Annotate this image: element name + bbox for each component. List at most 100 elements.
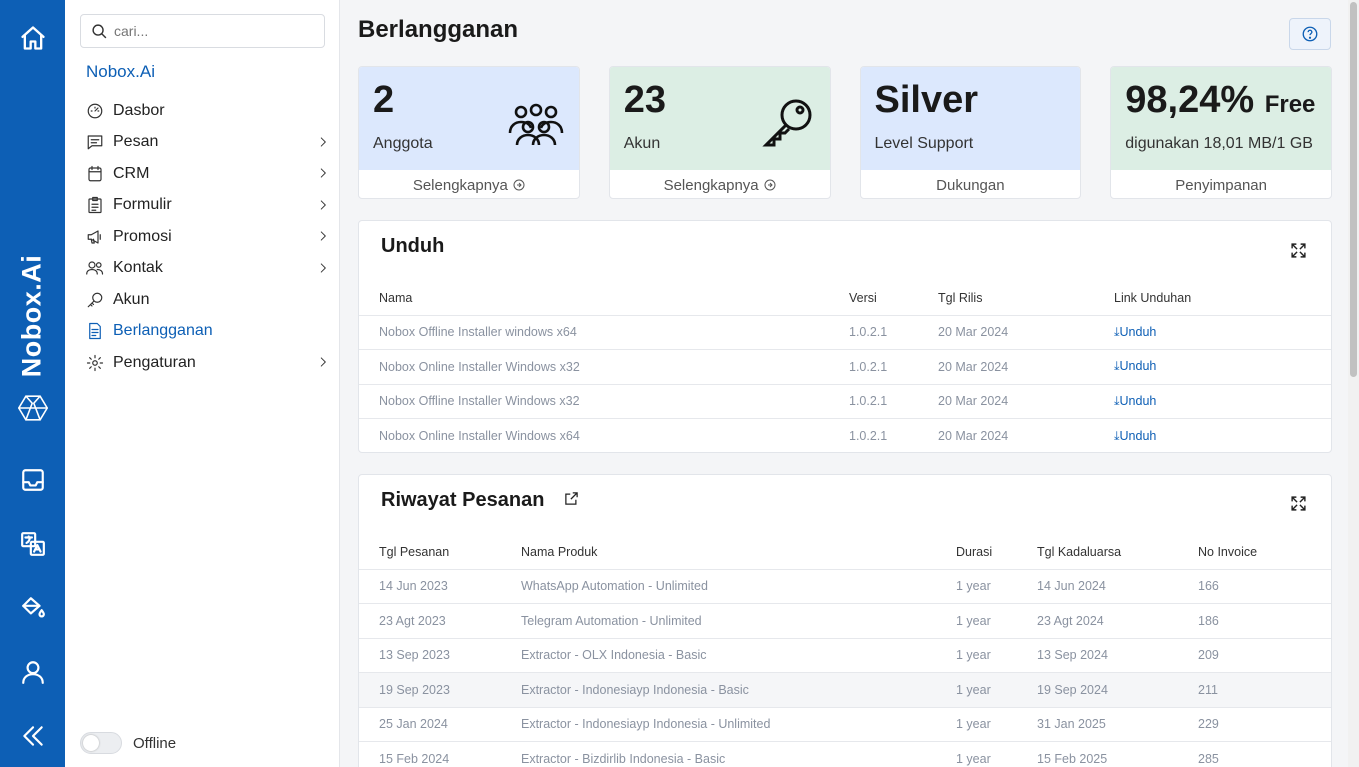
table-cell: 166 [1178, 569, 1331, 604]
table-row[interactable]: 14 Jun 2023 WhatsApp Automation - Unlimi… [359, 569, 1331, 604]
scrollbar[interactable] [1348, 0, 1359, 767]
table-row[interactable]: 23 Agt 2023 Telegram Automation - Unlimi… [359, 603, 1331, 639]
card-footer-link[interactable]: Selengkapnya [359, 170, 579, 198]
sidebar-item-label: Akun [113, 290, 150, 308]
column-header: Versi [829, 281, 918, 316]
offline-toggle-row: Offline [80, 732, 176, 754]
external-link-icon[interactable] [564, 491, 579, 506]
sidebar-item-pesan[interactable]: Pesan [85, 127, 330, 159]
megaphone-icon [85, 227, 105, 247]
sidebar-item-kontak[interactable]: Kontak [85, 253, 330, 285]
orders-title-row: Riwayat Pesanan [381, 489, 579, 512]
expand-icon[interactable] [1290, 242, 1307, 259]
sidebar-item-promosi[interactable]: Promosi [85, 221, 330, 253]
message-icon [85, 132, 105, 152]
column-header: Tgl Rilis [918, 281, 1094, 316]
column-header: No Invoice [1178, 535, 1331, 570]
card-footer: Penyimpanan [1111, 170, 1331, 198]
card-label: Level Support [874, 135, 974, 152]
table-row[interactable]: 15 Feb 2024 Extractor - Bizdirlib Indone… [359, 741, 1331, 767]
chevron-right-icon [320, 357, 326, 367]
orders-table: Tgl Pesanan Nama Produk Durasi Tgl Kadal… [359, 535, 1331, 767]
brand-vertical-text: Nobox.Ai [16, 254, 47, 378]
help-button[interactable] [1289, 18, 1331, 50]
card-support: Silver Level Support Dukungan [859, 66, 1082, 199]
table-cell: Extractor - Indonesiayp Indonesia - Unli… [501, 707, 936, 742]
table-cell: 1 year [936, 741, 1017, 767]
table-cell: 1 year [936, 672, 1017, 708]
document-icon [85, 321, 105, 341]
card-value: 98,24% [1125, 79, 1255, 121]
table-cell: 20 Mar 2024 [918, 349, 1094, 385]
offline-label: Offline [133, 734, 177, 752]
table-cell: Extractor - OLX Indonesia - Basic [501, 638, 936, 673]
table-cell: 19 Sep 2024 [1017, 672, 1178, 708]
contacts-icon [85, 258, 105, 278]
translate-icon[interactable] [18, 529, 48, 559]
table-cell: 1 year [936, 603, 1017, 639]
table-cell: 285 [1178, 741, 1331, 767]
table-row[interactable]: 13 Sep 2023 Extractor - OLX Indonesia - … [359, 638, 1331, 673]
table-cell: Telegram Automation - Unlimited [501, 603, 936, 639]
search-box[interactable] [80, 14, 325, 48]
arrow-circle-right-icon [513, 179, 525, 191]
sidebar-item-crm[interactable]: CRM [85, 158, 330, 190]
table-cell: Extractor - Indonesiayp Indonesia - Basi… [501, 672, 936, 708]
card-footer-text: Dukungan [936, 176, 1005, 194]
sidebar-item-berlangganan[interactable]: Berlangganan [85, 316, 330, 348]
downloads-table: Nama Versi Tgl Rilis Link Unduhan Nobox … [359, 281, 1331, 453]
sidebar-item-dasbor[interactable]: Dasbor [85, 95, 330, 127]
sidebar-menu: Dasbor Pesan CRM Formulir Promosi Kontak [85, 95, 330, 379]
sidebar-item-pengaturan[interactable]: Pengaturan [85, 347, 330, 379]
card-value-row: 98,24% Free [1125, 79, 1331, 121]
home-icon[interactable] [18, 23, 48, 53]
collapse-icon[interactable] [18, 721, 48, 751]
main-content: Berlangganan 2 Anggota Selengkapnya 23 A… [340, 0, 1348, 767]
table-cell: 13 Sep 2023 [359, 638, 501, 673]
table-row-highlighted[interactable]: 19 Sep 2023 Extractor - Indonesiayp Indo… [359, 672, 1331, 708]
offline-toggle[interactable] [80, 732, 122, 754]
column-header: Nama Produk [501, 535, 936, 570]
page-title: Berlangganan [358, 16, 519, 43]
table-cell: 14 Jun 2023 [359, 569, 501, 604]
table-cell: Nobox Online Installer Windows x32 [359, 349, 829, 385]
card-value: Silver [874, 79, 979, 121]
table-cell: Extractor - Bizdirlib Indonesia - Basic [501, 741, 936, 767]
download-link[interactable]: ⤓Unduh [1094, 384, 1331, 419]
sidebar-item-label: Pengaturan [113, 353, 196, 371]
table-cell: 15 Feb 2025 [1017, 741, 1178, 767]
download-link[interactable]: ⤓Unduh [1094, 315, 1331, 350]
hexagon-logo-icon [18, 393, 48, 423]
table-cell: 1 year [936, 638, 1017, 673]
scrollbar-thumb[interactable] [1350, 2, 1357, 377]
download-link[interactable]: ⤓Unduh [1094, 419, 1331, 454]
table-cell: 20 Mar 2024 [938, 429, 1009, 443]
inbox-icon[interactable] [18, 465, 48, 495]
chevron-right-icon [320, 199, 326, 210]
sidebar-item-akun[interactable]: Akun [85, 284, 330, 316]
table-cell: Nobox Online Installer Windows x64 [379, 429, 580, 443]
expand-icon[interactable] [1290, 495, 1307, 512]
table-cell: 14 Jun 2024 [1017, 569, 1178, 604]
table-header-row: Nama Versi Tgl Rilis Link Unduhan [359, 281, 1331, 316]
sidebar-item-label: Dasbor [113, 101, 165, 119]
card-footer-link[interactable]: Selengkapnya [610, 170, 830, 198]
sidebar-item-label: Promosi [113, 227, 172, 245]
download-link[interactable]: ⤓Unduh [1094, 349, 1331, 385]
card-footer-text: Penyimpanan [1175, 176, 1267, 194]
table-row[interactable]: 25 Jan 2024 Extractor - Indonesiayp Indo… [359, 707, 1331, 742]
sidebar-item-label: CRM [113, 164, 150, 182]
paint-bucket-icon[interactable] [18, 593, 48, 623]
table-cell: Nobox Offline Installer Windows x32 [359, 384, 829, 419]
sidebar-item-formulir[interactable]: Formulir [85, 190, 330, 222]
table-cell: 1.0.2.1 [849, 429, 888, 443]
table-cell: 23 Agt 2024 [1017, 603, 1178, 639]
card-storage: 98,24% Free digunakan 18,01 MB/1 GB Peny… [1110, 66, 1332, 199]
user-icon[interactable] [18, 657, 48, 687]
column-header: Nama [359, 281, 829, 316]
search-input[interactable] [114, 23, 314, 39]
card-anggota: 2 Anggota Selengkapnya [358, 66, 580, 199]
table-cell: 25 Jan 2024 [359, 707, 501, 742]
table-cell: 229 [1178, 707, 1331, 742]
table-cell: 186 [1178, 603, 1331, 639]
